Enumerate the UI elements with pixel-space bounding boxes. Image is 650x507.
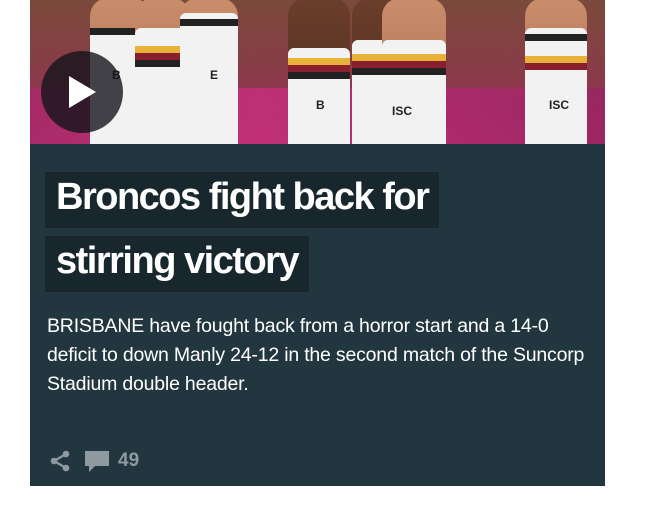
comment-count: 49	[118, 450, 140, 471]
play-icon	[69, 76, 96, 108]
article-footer: 49	[48, 446, 139, 476]
headline-line[interactable]: Broncos fight back for	[45, 172, 440, 228]
article-card[interactable]: B E B	[30, 0, 605, 486]
headline-line[interactable]: stirring victory	[45, 236, 310, 292]
comment-icon	[85, 451, 109, 472]
play-button[interactable]	[41, 51, 123, 133]
video-thumbnail[interactable]: B E B	[30, 0, 605, 144]
sock-logo: E	[210, 68, 219, 82]
sock-logo: ISC	[392, 104, 413, 118]
player-leg: ISC	[382, 0, 446, 144]
comments-link[interactable]: 49	[84, 449, 139, 473]
player-leg: E	[180, 0, 238, 144]
article-headline[interactable]: Broncos fight back for stirring victory	[45, 172, 565, 300]
article-summary: BRISBANE have fought back from a horror …	[47, 315, 585, 395]
share-icon[interactable]	[48, 449, 72, 473]
sock-logo: B	[316, 98, 325, 112]
player-leg: ISC	[525, 0, 587, 144]
sock-logo: ISC	[549, 98, 570, 112]
player-leg: B	[288, 0, 350, 144]
